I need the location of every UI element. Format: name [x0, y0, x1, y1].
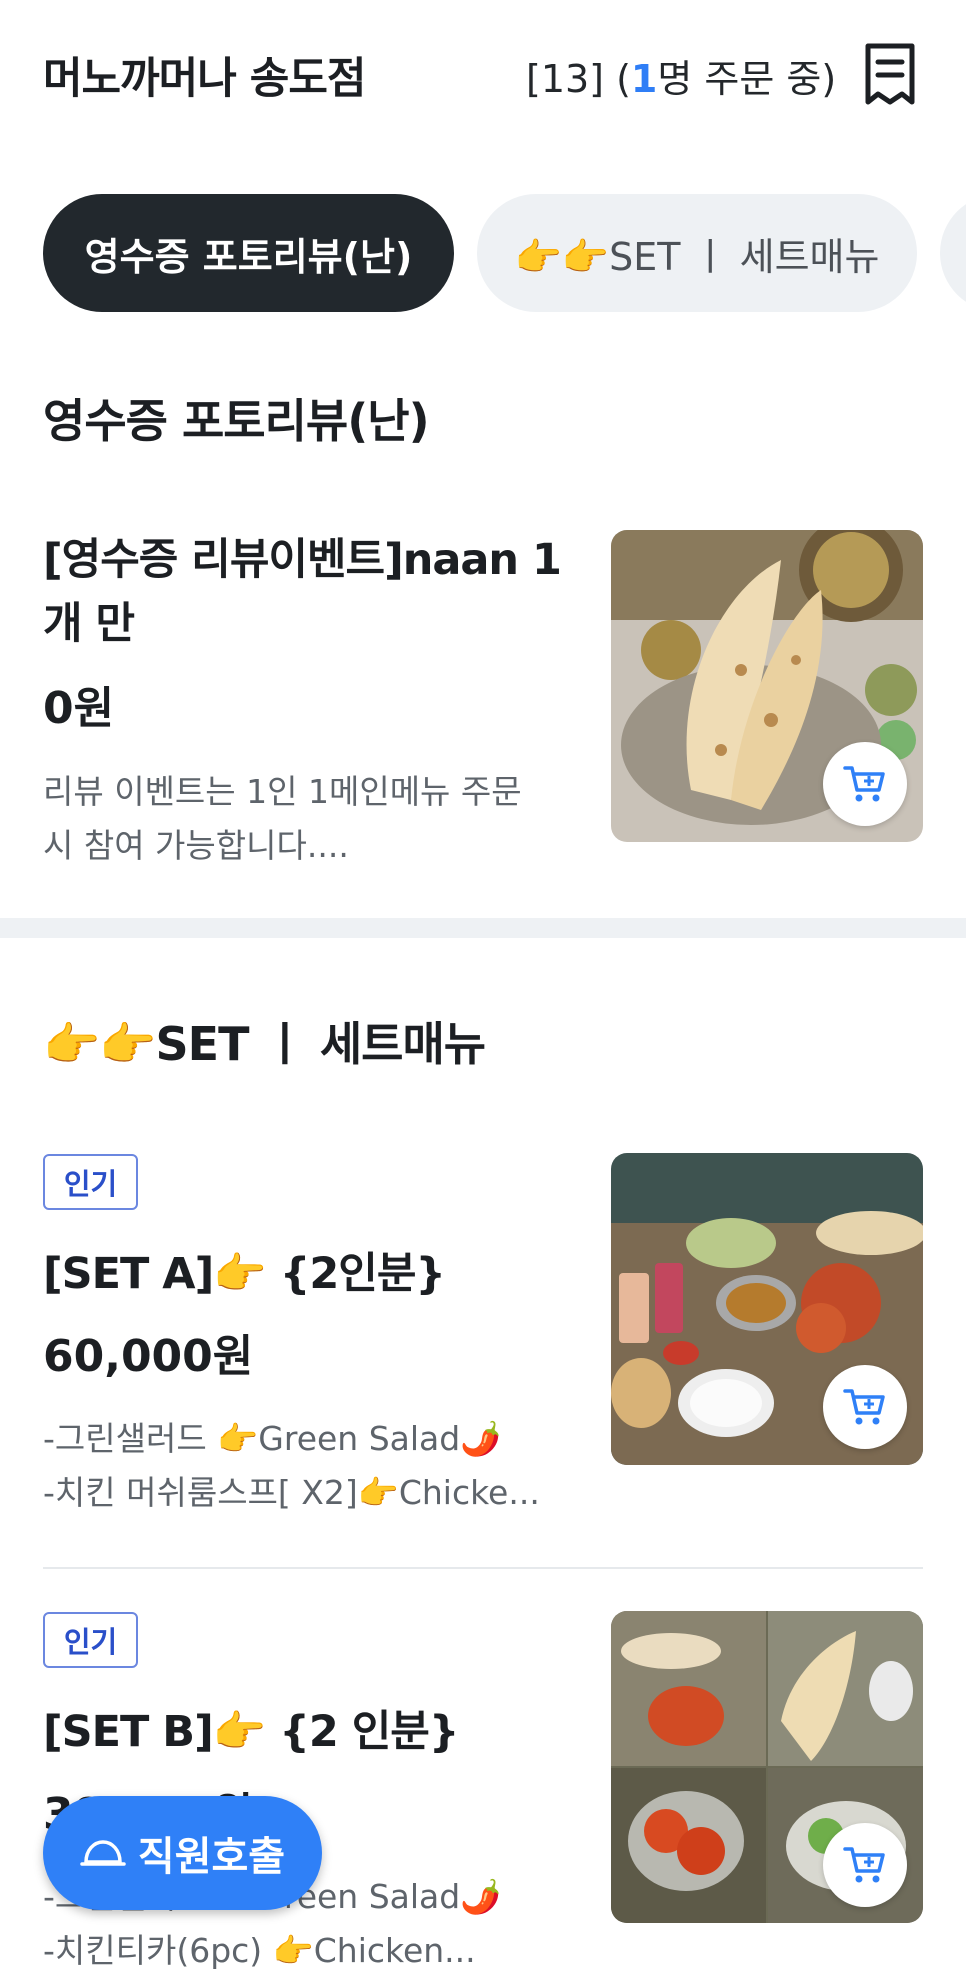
- section-divider: [0, 918, 966, 938]
- orders-count: 1: [630, 57, 658, 101]
- tab-set-menu[interactable]: 👉👉SET ㅣ 세트매뉴: [477, 194, 917, 312]
- add-to-cart-button[interactable]: [823, 1823, 907, 1907]
- menu-item-name: [영수증 리뷰이벤트]naan 1개 만: [43, 535, 562, 649]
- section-title-photo-review: 영수증 포토리뷰(난): [43, 394, 430, 448]
- tab-next-peek[interactable]: [940, 194, 966, 312]
- category-tabs: 영수증 포토리뷰(난) 👉👉SET ㅣ 세트매뉴: [0, 194, 966, 314]
- menu-item-photo: [611, 1611, 923, 1923]
- item-divider: [43, 1567, 923, 1569]
- description-line: -치킨티카(6pc) 👉Chicken...: [43, 1931, 476, 1970]
- tab-photo-review[interactable]: 영수증 포토리뷰(난): [43, 194, 454, 312]
- table-order-status: [13] (1명 주문 중): [526, 48, 836, 103]
- description-line: 리뷰 이벤트는 1인 1메인메뉴 주문: [43, 772, 522, 811]
- call-staff-label: 직원호출: [137, 1834, 286, 1880]
- receipt-icon: [865, 43, 915, 105]
- cart-plus-icon: [843, 1847, 885, 1883]
- table-number: [13] (: [526, 57, 631, 101]
- add-to-cart-button[interactable]: [823, 1365, 907, 1449]
- header: 머노까머나 송도점 [13] (1명 주문 중): [0, 0, 966, 150]
- call-staff-button[interactable]: 직원호출: [43, 1796, 322, 1910]
- popular-badge: 인기: [43, 1612, 138, 1668]
- menu-item-set-a[interactable]: 인기 [SET A]👉 {2인분} 60,000원 -그린샐러드 👉Green …: [0, 1152, 966, 1552]
- menu-item-description: -그린샐러드 👉Green Salad🌶️ -치킨 머쉬룸스프[ X2]👉Chi…: [43, 1412, 563, 1520]
- store-name: 머노까머나 송도점: [43, 54, 366, 104]
- menu-item-naan-review[interactable]: [영수증 리뷰이벤트]naan 1개 만 0원 리뷰 이벤트는 1인 1메인메뉴…: [0, 520, 966, 900]
- menu-item-set-b[interactable]: 인기 [SET B]👉 {2 인분} 39,000원 -그린샐러드 👉Green…: [0, 1610, 966, 1970]
- menu-item-name: [SET A]👉 {2인분}: [43, 1249, 446, 1299]
- menu-item-photo: [611, 530, 923, 842]
- section-title-set-menu: 👉👉SET ㅣ 세트매뉴: [43, 1017, 486, 1071]
- add-to-cart-button[interactable]: [823, 742, 907, 826]
- menu-item-name: [SET B]👉 {2 인분}: [43, 1707, 459, 1757]
- popular-badge: 인기: [43, 1154, 138, 1210]
- description-line: 시 참여 가능합니다....: [43, 826, 349, 865]
- description-line: -그린샐러드 👉Green Salad🌶️: [43, 1419, 502, 1458]
- menu-item-photo: [611, 1153, 923, 1465]
- cart-plus-icon: [843, 1389, 885, 1425]
- receipt-button[interactable]: [862, 42, 918, 108]
- orders-suffix: 명 주문 중): [657, 57, 837, 101]
- menu-item-description: 리뷰 이벤트는 1인 1메인메뉴 주문 시 참여 가능합니다....: [43, 765, 563, 873]
- menu-item-price: 0원: [43, 683, 115, 734]
- description-line: -치킨 머쉬룸스프[ X2]👉Chicke...: [43, 1473, 540, 1512]
- cart-plus-icon: [843, 766, 885, 802]
- bell-icon: [80, 1840, 126, 1866]
- menu-item-price: 60,000원: [43, 1331, 254, 1382]
